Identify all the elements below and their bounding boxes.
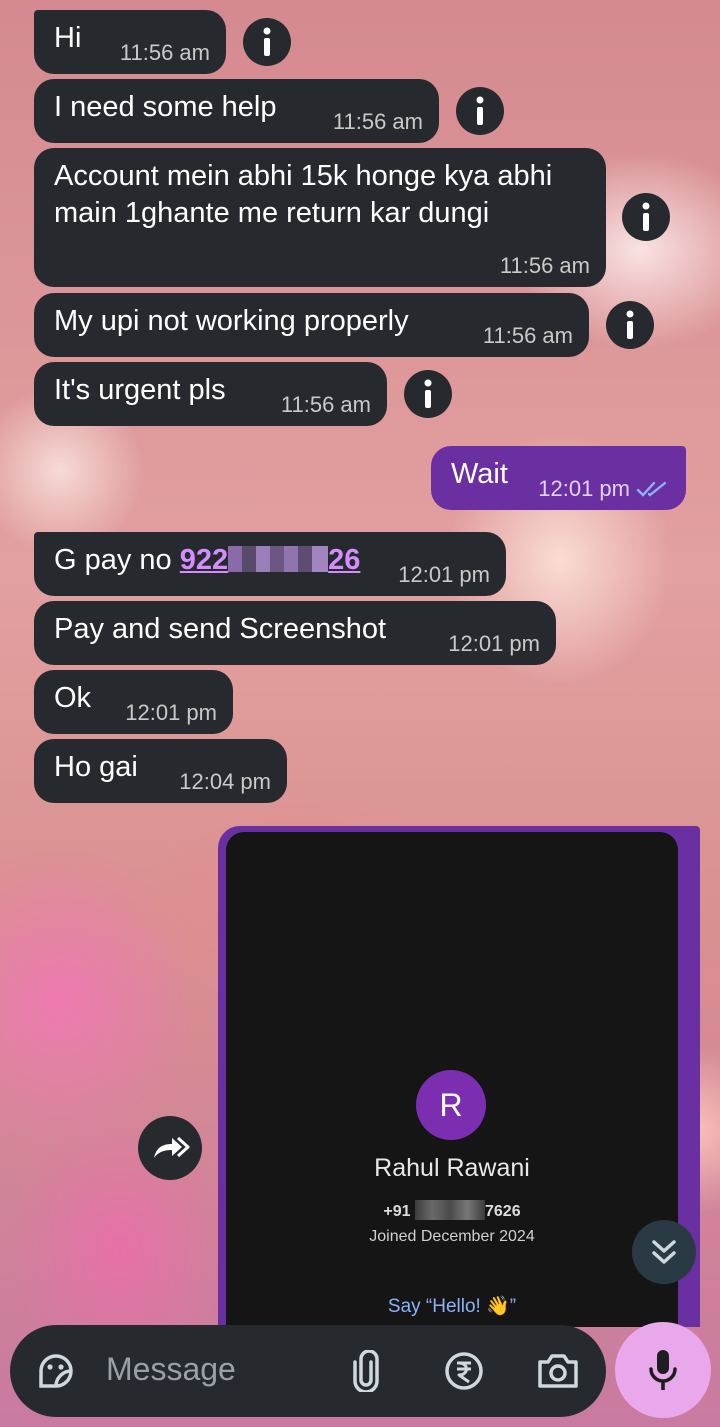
message-bubble[interactable]: Ho gai 12:04 pm [34, 739, 287, 803]
camera-icon[interactable] [534, 1347, 582, 1395]
say-hello-link: Say “Hello! 👋” [387, 1296, 517, 1317]
info-icon[interactable] [622, 193, 670, 241]
message-time: 12:04 pm [179, 769, 271, 794]
info-icon[interactable] [606, 301, 654, 349]
message-time: 11:56 am [119, 40, 210, 65]
phone-link-end: 26 [328, 544, 361, 576]
double-check-icon [636, 481, 667, 497]
message-bubble[interactable]: Hi 11:56 am [34, 10, 226, 74]
scroll-down-icon[interactable] [632, 1220, 696, 1284]
message-time: 11:56 am [482, 323, 573, 348]
message-prefix: G pay no [54, 544, 180, 576]
redacted-digits [415, 1200, 485, 1220]
message-bubble[interactable]: Pay and send Screenshot 12:01 pm [34, 601, 556, 665]
mic-icon [649, 1350, 677, 1390]
message-time: 12:01 pm [538, 476, 630, 501]
avatar: R [416, 1070, 486, 1140]
attach-icon[interactable] [342, 1347, 390, 1395]
message-bubble[interactable]: It's urgent pls 11:56 am [34, 362, 387, 426]
rupee-icon[interactable] [440, 1347, 488, 1395]
message-bubble[interactable]: G pay no 922 26 12:01 pm [34, 532, 506, 596]
message-time: 12:01 pm [398, 562, 490, 587]
message-time: 12:01 pm [448, 631, 540, 656]
message-bubble[interactable]: I need some help 11:56 am [34, 79, 439, 143]
message-bubble-outgoing[interactable]: Wait 12:01 pm [431, 446, 686, 510]
message-bubble[interactable]: Ok 12:01 pm [34, 670, 233, 734]
message-input[interactable]: Message [106, 1351, 236, 1388]
image-message[interactable]: R Rahul Rawani +91 7626 Joined December … [218, 826, 700, 1327]
info-icon[interactable] [456, 87, 504, 135]
message-time: 11:56 am [280, 392, 371, 417]
screenshot-image[interactable]: R Rahul Rawani +91 7626 Joined December … [226, 832, 678, 1327]
info-icon[interactable] [243, 18, 291, 66]
info-icon[interactable] [404, 370, 452, 418]
message-composer: Message [10, 1325, 606, 1417]
message-text: Account mein abhi 15k honge kya abhi mai… [54, 160, 553, 229]
message-time: 11:56 am [499, 253, 590, 278]
redacted-digits [228, 546, 329, 572]
message-time: 12:01 pm [125, 700, 217, 725]
profile-phone: +91 7626 [226, 1200, 678, 1221]
phone-suffix: 7626 [485, 1203, 521, 1220]
message-bubble[interactable]: My upi not working properly 11:56 am [34, 293, 589, 357]
forward-icon[interactable] [138, 1116, 202, 1180]
phone-link[interactable]: 922 26 [180, 544, 361, 576]
phone-prefix: +91 [383, 1203, 411, 1220]
sticker-icon[interactable] [32, 1347, 80, 1395]
phone-link-start: 922 [179, 544, 229, 576]
profile-name: Rahul Rawani [374, 1154, 530, 1182]
profile-joined: Joined December 2024 [369, 1228, 535, 1245]
message-time: 11:56 am [332, 109, 423, 134]
mic-button[interactable] [615, 1322, 711, 1418]
message-bubble[interactable]: Account mein abhi 15k honge kya abhi mai… [34, 148, 606, 287]
